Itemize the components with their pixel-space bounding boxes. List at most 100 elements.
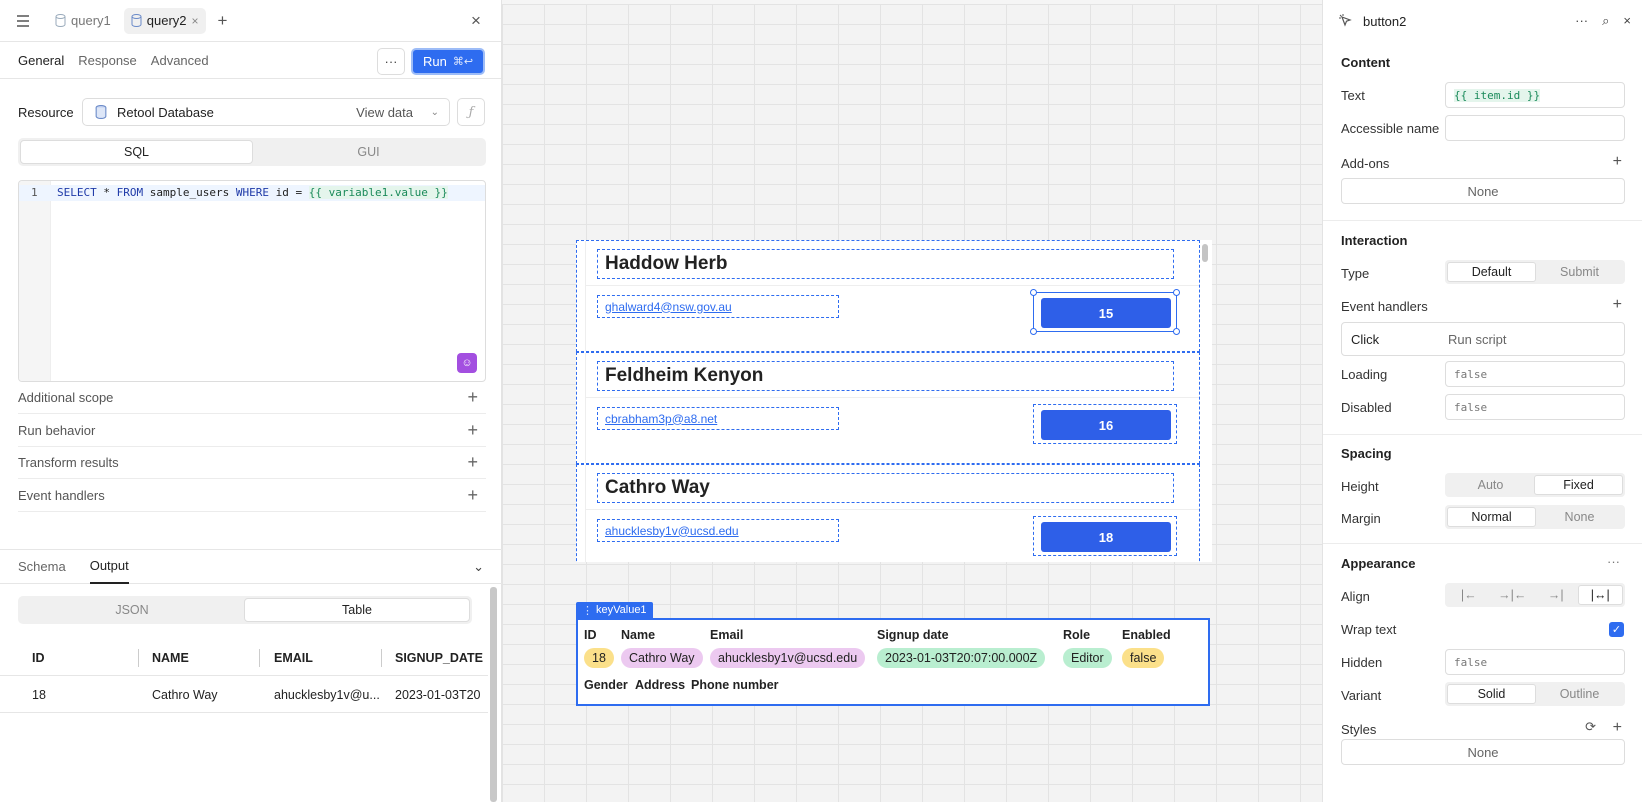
plus-icon[interactable]: + <box>467 485 478 506</box>
tab-advanced[interactable]: Advanced <box>151 53 209 68</box>
text-input[interactable]: {{ item.id }} <box>1445 82 1625 108</box>
mode-gui[interactable]: GUI <box>253 140 484 164</box>
resize-handle[interactable] <box>1030 289 1037 296</box>
resize-handle[interactable] <box>1030 328 1037 335</box>
variant-outline[interactable]: Outline <box>1536 684 1623 704</box>
view-table[interactable]: Table <box>244 598 470 622</box>
refresh-icon[interactable]: ⟳ <box>1585 719 1596 735</box>
button-wrapper[interactable]: 18 <box>1033 516 1177 556</box>
list-view[interactable]: Haddow Herb ghalward4@nsw.gov.au 15 Feld… <box>576 240 1212 562</box>
more-options-button[interactable]: ··· <box>377 48 405 75</box>
margin-normal[interactable]: Normal <box>1447 507 1536 527</box>
column-divider[interactable] <box>381 649 382 667</box>
align-center-icon[interactable]: →|← <box>1491 585 1535 605</box>
section-event-handlers[interactable]: Event handlers + <box>18 479 486 512</box>
function-icon[interactable]: ƒ <box>457 98 485 126</box>
add-style-icon[interactable]: + <box>1613 719 1622 737</box>
resize-handle[interactable] <box>1173 289 1180 296</box>
column-header[interactable]: ID <box>32 651 45 665</box>
run-button[interactable]: Run ⌘↩ <box>411 48 485 75</box>
align-right-icon[interactable]: →| <box>1534 585 1578 605</box>
section-additional-scope[interactable]: Additional scope + <box>18 381 486 414</box>
plus-icon[interactable]: + <box>467 452 478 473</box>
hidden-input[interactable]: false <box>1445 649 1625 675</box>
add-event-handler-icon[interactable]: + <box>1613 296 1622 314</box>
id-button[interactable]: 15 <box>1041 298 1171 328</box>
plus-icon[interactable]: + <box>467 420 478 441</box>
email-link[interactable]: cbrabham3p@a8.net <box>605 412 717 426</box>
column-header[interactable]: SIGNUP_DATE <box>395 651 487 665</box>
column-divider[interactable] <box>138 649 139 667</box>
item-title[interactable]: Haddow Herb <box>597 249 1174 279</box>
section-run-behavior[interactable]: Run behavior + <box>18 414 486 447</box>
item-email[interactable]: ahucklesby1v@ucsd.edu <box>597 519 839 542</box>
tab-query2[interactable]: query2 × <box>123 7 206 34</box>
sql-code[interactable]: SELECT * FROM sample_users WHERE id = {{… <box>57 186 448 199</box>
add-tab-icon[interactable]: + <box>212 10 234 32</box>
mode-sql[interactable]: SQL <box>20 140 253 164</box>
id-button[interactable]: 18 <box>1041 522 1171 552</box>
tab-output[interactable]: Output <box>89 549 129 584</box>
align-stretch-icon[interactable]: |↔| <box>1577 585 1623 605</box>
chevron-down-icon[interactable]: ⌄ <box>473 559 484 575</box>
table-row[interactable]: 18 Cathro Way ahucklesby1v@u... 2023-01-… <box>0 677 488 713</box>
item-title[interactable]: Cathro Way <box>597 473 1174 503</box>
event-handler-row[interactable]: Click Run script <box>1341 322 1625 356</box>
more-icon[interactable]: ··· <box>1575 13 1588 29</box>
list-item[interactable]: Feldheim Kenyon cbrabham3p@a8.net 16 <box>576 352 1200 464</box>
component-label[interactable]: ⋮ keyValue1 <box>576 602 653 618</box>
scrollbar[interactable] <box>1202 244 1208 262</box>
view-data-link[interactable]: View data <box>356 105 413 120</box>
column-divider[interactable] <box>259 649 260 667</box>
ai-assist-icon[interactable]: ☺ <box>457 353 477 373</box>
item-email[interactable]: ghalward4@nsw.gov.au <box>597 295 839 318</box>
align-left-icon[interactable]: |← <box>1447 585 1491 605</box>
styles-select[interactable]: None <box>1341 739 1625 765</box>
section-spacing[interactable]: Spacing <box>1341 446 1392 461</box>
search-icon[interactable]: ⌕ <box>1602 13 1609 29</box>
list-item[interactable]: Haddow Herb ghalward4@nsw.gov.au 15 <box>576 240 1200 352</box>
menu-icon[interactable] <box>12 10 34 32</box>
addons-select[interactable]: None <box>1341 178 1625 204</box>
item-email[interactable]: cbrabham3p@a8.net <box>597 407 839 430</box>
resource-select[interactable]: Retool Database View data ⌄ <box>82 98 450 126</box>
disabled-input[interactable]: false <box>1445 394 1625 420</box>
margin-none[interactable]: None <box>1536 507 1623 527</box>
close-icon[interactable]: × <box>1623 13 1631 29</box>
more-icon[interactable]: ··· <box>1607 554 1620 569</box>
view-json[interactable]: JSON <box>20 598 244 622</box>
tab-response[interactable]: Response <box>78 53 137 68</box>
variant-solid[interactable]: Solid <box>1447 684 1536 704</box>
add-addon-icon[interactable]: + <box>1613 153 1622 171</box>
close-panel-icon[interactable]: × <box>465 10 487 32</box>
close-tab-icon[interactable]: × <box>192 14 199 28</box>
column-header[interactable]: EMAIL <box>274 651 313 665</box>
loading-input[interactable]: false <box>1445 361 1625 387</box>
list-item[interactable]: Cathro Way ahucklesby1v@ucsd.edu 18 <box>576 464 1200 562</box>
app-canvas[interactable]: Haddow Herb ghalward4@nsw.gov.au 15 Feld… <box>502 4 1322 802</box>
email-link[interactable]: ghalward4@nsw.gov.au <box>605 300 732 314</box>
accessible-name-input[interactable] <box>1445 115 1625 141</box>
section-transform-results[interactable]: Transform results + <box>18 446 486 479</box>
button-wrapper[interactable]: 16 <box>1033 404 1177 444</box>
height-fixed[interactable]: Fixed <box>1534 475 1623 495</box>
section-interaction[interactable]: Interaction <box>1341 233 1407 248</box>
id-button[interactable]: 16 <box>1041 410 1171 440</box>
drag-handle-icon[interactable]: ⋮ <box>582 604 593 617</box>
email-link[interactable]: ahucklesby1v@ucsd.edu <box>605 524 739 538</box>
scrollbar[interactable] <box>490 587 497 802</box>
section-content[interactable]: Content <box>1341 55 1390 70</box>
tab-general[interactable]: General <box>18 53 64 68</box>
type-submit[interactable]: Submit <box>1536 262 1623 282</box>
button-wrapper-selected[interactable]: 15 <box>1030 289 1180 335</box>
type-default[interactable]: Default <box>1447 262 1536 282</box>
plus-icon[interactable]: + <box>467 387 478 408</box>
sql-editor[interactable]: 1 SELECT * FROM sample_users WHERE id = … <box>18 180 486 382</box>
wrap-text-checkbox[interactable]: ✓ <box>1609 622 1624 637</box>
section-appearance[interactable]: Appearance <box>1341 556 1415 571</box>
item-title[interactable]: Feldheim Kenyon <box>597 361 1174 391</box>
height-auto[interactable]: Auto <box>1447 475 1534 495</box>
key-value-component[interactable]: ID Name Email Signup date Role Enabled 1… <box>576 618 1210 706</box>
tab-schema[interactable]: Schema <box>18 549 66 584</box>
resize-handle[interactable] <box>1173 328 1180 335</box>
